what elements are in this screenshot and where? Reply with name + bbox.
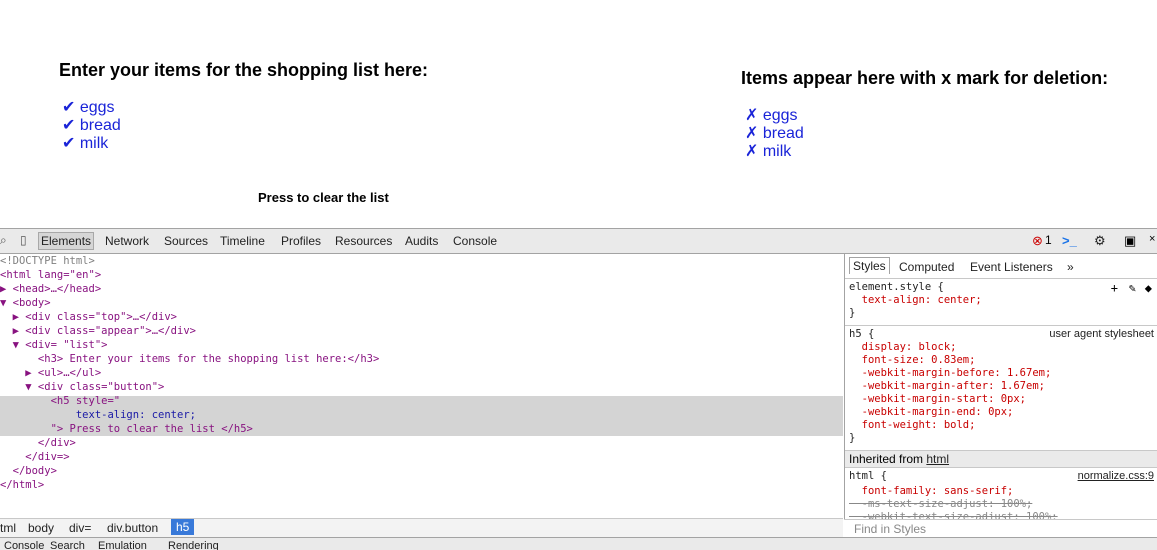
rule-selector[interactable]: html { bbox=[849, 470, 887, 483]
list-item[interactable]: ✔ eggs bbox=[62, 99, 121, 117]
inspect-icon[interactable]: ⌕ bbox=[0, 233, 7, 248]
rule-close: } bbox=[849, 432, 856, 444]
breadcrumb-item[interactable]: div= bbox=[69, 521, 91, 535]
add-rule-icon[interactable]: + bbox=[1111, 281, 1118, 295]
breadcrumb-item-active[interactable]: h5 bbox=[171, 519, 195, 535]
dom-node[interactable]: ▶ <ul>…</ul> bbox=[0, 366, 101, 380]
rule-property[interactable]: -webkit-margin-before: 1.67em; bbox=[849, 367, 1052, 380]
rule-property[interactable]: -webkit-margin-after: 1.67em; bbox=[849, 380, 1045, 393]
dom-node[interactable]: <!DOCTYPE html> bbox=[0, 254, 95, 268]
right-heading: Items appear here with x mark for deleti… bbox=[741, 68, 1109, 88]
rule-selector[interactable]: h5 { bbox=[849, 328, 874, 341]
rule-divider bbox=[845, 325, 1157, 326]
dom-node[interactable]: ▶ <div class="top">…</div> bbox=[0, 310, 177, 324]
dom-node[interactable]: </body> bbox=[0, 464, 57, 478]
color-format-icon[interactable]: ◆ bbox=[1145, 281, 1152, 295]
dom-node[interactable]: </div> bbox=[0, 436, 76, 450]
dom-node[interactable]: </html> bbox=[0, 478, 44, 492]
inherited-from-link[interactable]: html bbox=[926, 452, 949, 466]
styles-tabbar: Styles Computed Event Listeners » bbox=[845, 254, 1157, 279]
dom-node[interactable]: </div=> bbox=[0, 450, 69, 464]
tab-network[interactable]: Network bbox=[105, 234, 149, 248]
rule-property-overridden[interactable]: -ms-text-size-adjust: 100%; bbox=[849, 498, 1033, 511]
dom-node[interactable]: ▼ <body> bbox=[0, 296, 51, 310]
rule-property[interactable]: font-size: 0.83em; bbox=[849, 354, 976, 367]
rule-property[interactable]: text-align: center; bbox=[849, 294, 982, 307]
rule-source: user agent stylesheet bbox=[1049, 328, 1154, 340]
rule-property[interactable]: font-weight: bold; bbox=[849, 419, 976, 432]
console-drawer-icon[interactable]: >_ bbox=[1062, 233, 1077, 248]
dom-tree: <!DOCTYPE html> <html lang="en"> ▶ <head… bbox=[0, 254, 843, 517]
html-rule: normalize.css:9 html { font-family: sans… bbox=[845, 470, 1157, 523]
list-item[interactable]: ✗ milk bbox=[745, 143, 804, 161]
dom-node[interactable]: ▶ <div class="appear">…</div> bbox=[0, 324, 196, 338]
shopping-list: ✔ eggs ✔ bread ✔ milk bbox=[62, 99, 121, 153]
gear-icon[interactable]: ⚙ bbox=[1094, 233, 1106, 249]
drawer-tab-search[interactable]: Search bbox=[50, 540, 85, 550]
rule-close: } bbox=[849, 307, 856, 319]
inherited-label: Inherited from bbox=[849, 452, 927, 466]
drawer-tab-console[interactable]: Console bbox=[4, 540, 44, 550]
breadcrumb: tml body div= div.button h5 bbox=[0, 518, 843, 538]
tab-timeline[interactable]: Timeline bbox=[220, 234, 265, 248]
devtools-toolbar: ⌕ ▯ Elements Network Sources Timeline Pr… bbox=[0, 229, 1157, 254]
device-mode-icon[interactable]: ▯ bbox=[20, 233, 27, 247]
left-heading: Enter your items for the shopping list h… bbox=[59, 60, 429, 80]
dom-node[interactable]: ▼ <div= "list"> bbox=[0, 338, 108, 352]
find-in-styles-placeholder: Find in Styles bbox=[854, 522, 927, 536]
h5-ua-rule: user agent stylesheet h5 { display: bloc… bbox=[845, 328, 1157, 448]
dom-node[interactable]: <h3> Enter your items for the shopping l… bbox=[0, 352, 379, 366]
drawer-tabbar: Console Search Emulation Rendering bbox=[0, 537, 1157, 550]
list-item[interactable]: ✔ milk bbox=[62, 135, 121, 153]
find-in-styles-input[interactable]: Find in Styles bbox=[844, 519, 1157, 538]
tab-audits[interactable]: Audits bbox=[405, 234, 438, 248]
rule-property[interactable]: -webkit-margin-start: 0px; bbox=[849, 393, 1026, 406]
tab-styles[interactable]: Styles bbox=[849, 257, 890, 274]
rule-property[interactable]: font-family: sans-serif; bbox=[849, 485, 1014, 498]
rule-property[interactable]: display: block; bbox=[849, 341, 957, 354]
dom-node-selected[interactable]: "> Press to clear the list </h5> bbox=[0, 422, 253, 436]
drawer-tab-emulation[interactable]: Emulation bbox=[98, 540, 147, 550]
dom-node[interactable]: <html lang="en"> bbox=[0, 268, 101, 282]
breadcrumb-item[interactable]: div.button bbox=[107, 521, 158, 535]
deletion-list: ✗ eggs ✗ bread ✗ milk bbox=[745, 107, 804, 161]
tab-resources[interactable]: Resources bbox=[335, 234, 392, 248]
more-tabs-icon[interactable]: » bbox=[1067, 260, 1074, 274]
dom-node-selected[interactable]: text-align: center; bbox=[0, 408, 196, 422]
rule-property[interactable]: -webkit-margin-end: 0px; bbox=[849, 406, 1014, 419]
tab-computed[interactable]: Computed bbox=[899, 260, 954, 274]
pin-icon[interactable]: ✎ bbox=[1129, 281, 1136, 295]
dom-node[interactable]: ▼ <div class="button"> bbox=[0, 380, 164, 394]
dom-node[interactable]: ▶ <head>…</head> bbox=[0, 282, 101, 296]
inherited-section-header: Inherited from html bbox=[845, 450, 1157, 468]
breadcrumb-item[interactable]: tml bbox=[0, 521, 16, 535]
tab-profiles[interactable]: Profiles bbox=[281, 234, 321, 248]
breadcrumb-item[interactable]: body bbox=[28, 521, 54, 535]
tab-console[interactable]: Console bbox=[453, 234, 497, 248]
close-icon[interactable]: × bbox=[1149, 233, 1155, 245]
drawer-tab-rendering[interactable]: Rendering bbox=[168, 540, 219, 550]
dom-node-selected[interactable]: <h5 style=" bbox=[0, 394, 121, 408]
list-item[interactable]: ✔ bread bbox=[62, 117, 121, 135]
tab-elements[interactable]: Elements bbox=[38, 232, 95, 250]
error-count[interactable]: 1 bbox=[1045, 233, 1052, 247]
error-icon[interactable]: ⊗ bbox=[1032, 233, 1043, 249]
list-item[interactable]: ✗ bread bbox=[745, 125, 804, 143]
tab-sources[interactable]: Sources bbox=[164, 234, 208, 248]
rule-selector[interactable]: element.style { bbox=[849, 281, 944, 294]
styles-sidebar: Styles Computed Event Listeners » elemen… bbox=[844, 254, 1157, 549]
devtools-panel: ⌕ ▯ Elements Network Sources Timeline Pr… bbox=[0, 228, 1157, 550]
tab-event-listeners[interactable]: Event Listeners bbox=[970, 260, 1053, 274]
web-page: Enter your items for the shopping list h… bbox=[0, 0, 1157, 228]
clear-list-button[interactable]: Press to clear the list bbox=[258, 190, 389, 205]
rule-source-link[interactable]: normalize.css:9 bbox=[1078, 470, 1154, 482]
list-item[interactable]: ✗ eggs bbox=[745, 107, 804, 125]
dock-icon[interactable]: ▣ bbox=[1124, 233, 1136, 249]
element-style-rule: element.style { text-align: center; } + … bbox=[845, 281, 1157, 325]
